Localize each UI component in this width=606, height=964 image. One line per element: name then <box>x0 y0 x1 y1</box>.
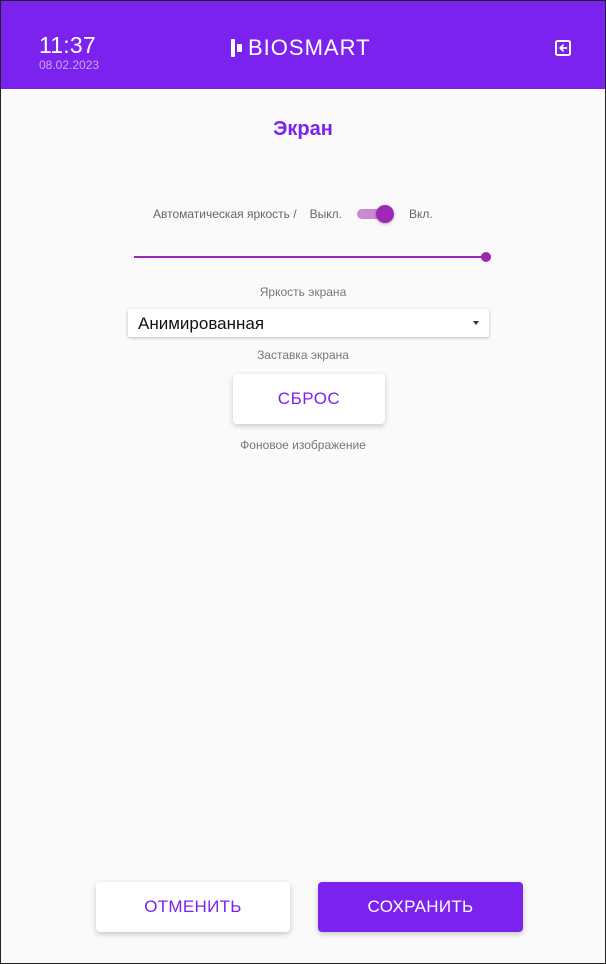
top-bar: 11:37 08.02.2023 BIOSMART <box>1 1 605 89</box>
brightness-caption: Яркость экрана <box>259 285 347 299</box>
background-caption: Фоновое изображение <box>240 438 366 452</box>
brand-logo: BIOSMART <box>231 35 371 61</box>
screensaver-caption: Заставка экрана <box>257 348 349 362</box>
slider-fill <box>134 256 486 258</box>
toggle-knob <box>375 205 394 223</box>
cancel-button[interactable]: ОТМЕНИТЬ <box>96 882 290 932</box>
app-frame: 11:37 08.02.2023 BIOSMART Экран Автомати… <box>0 0 606 964</box>
biosmart-logo-icon <box>231 39 242 57</box>
auto-brightness-toggle[interactable] <box>356 205 394 223</box>
auto-brightness-label: Автоматическая яркость / <box>153 207 297 221</box>
logout-icon <box>555 40 571 56</box>
dropdown-caret-icon <box>473 321 479 325</box>
page-title: Экран <box>273 118 333 140</box>
clock-time: 11:37 <box>39 32 96 58</box>
logout-button[interactable] <box>554 39 572 57</box>
logo-text: BIOSMART <box>248 35 371 60</box>
auto-brightness-on-label: Вкл. <box>408 207 433 221</box>
brightness-slider[interactable] <box>134 252 491 262</box>
slider-thumb[interactable] <box>481 252 491 262</box>
screensaver-select[interactable]: Анимированная <box>128 309 489 337</box>
screensaver-selected-value: Анимированная <box>138 314 265 333</box>
clock-date: 08.02.2023 <box>39 58 100 72</box>
reset-background-button[interactable]: СБРОС <box>233 374 385 424</box>
save-button[interactable]: СОХРАНИТЬ <box>318 882 523 932</box>
auto-brightness-row: Автоматическая яркость / Выкл. Вкл. <box>153 205 433 223</box>
auto-brightness-off-label: Выкл. <box>309 207 342 221</box>
